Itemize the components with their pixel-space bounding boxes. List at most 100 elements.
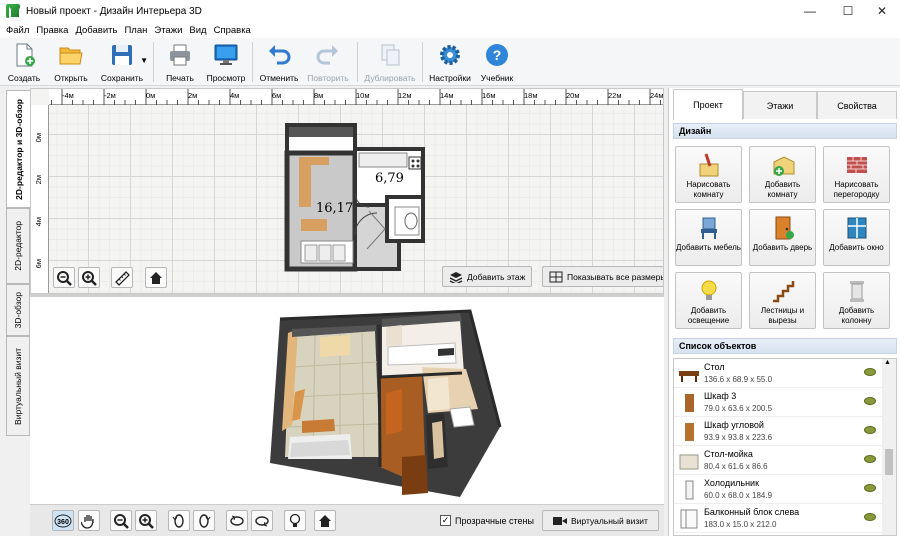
tilt-up-button[interactable] xyxy=(226,510,248,531)
undo-button[interactable]: Отменить xyxy=(256,38,302,86)
measure-button[interactable] xyxy=(111,267,133,288)
visibility-eye-icon[interactable] xyxy=(864,455,876,463)
rotate-left-button[interactable] xyxy=(168,510,190,531)
window-title: Новый проект - Дизайн Интерьера 3D xyxy=(26,5,202,17)
bulb-icon xyxy=(701,280,716,300)
fridge-icon xyxy=(685,480,694,500)
add-furniture-button[interactable]: Добавить мебель xyxy=(675,209,742,266)
scroll-up-arrow[interactable]: ▲ xyxy=(884,359,891,366)
list-item[interactable]: Балконный блок слева 183.0 x 15.0 x 212.… xyxy=(674,504,882,533)
visibility-eye-icon[interactable] xyxy=(864,397,876,405)
gear-icon xyxy=(440,45,460,65)
zoom-out-button[interactable] xyxy=(53,267,75,288)
tab-floors[interactable]: Этажи xyxy=(743,91,817,119)
toolbar-separator xyxy=(252,42,253,82)
save-button[interactable]: Сохранить ▼ xyxy=(94,38,150,86)
list-item[interactable]: Шкаф 3 79.0 x 63.6 x 200.5 xyxy=(674,388,882,417)
list-item[interactable]: Стол-мойка 80.4 x 61.6 x 86.6 xyxy=(674,446,882,475)
tutorial-button[interactable]: ? Учебник xyxy=(474,38,520,86)
save-dropdown-arrow[interactable]: ▼ xyxy=(140,56,148,65)
visibility-eye-icon[interactable] xyxy=(864,513,876,521)
list-item[interactable]: Стол 136.6 x 68.9 x 55.0 xyxy=(674,359,882,388)
menu-add[interactable]: Добавить xyxy=(75,25,117,36)
scrollbar-thumb[interactable] xyxy=(885,449,893,475)
folder-icon xyxy=(59,47,83,65)
virtual-visit-button[interactable]: Виртуальный визит xyxy=(542,510,659,531)
zoom-in-button[interactable] xyxy=(78,267,100,288)
close-button[interactable]: ✕ xyxy=(864,0,900,22)
menu-floors[interactable]: Этажи xyxy=(154,25,182,36)
list-item[interactable]: Холодильник 60.0 x 68.0 x 184.9 xyxy=(674,475,882,504)
layers-icon xyxy=(449,271,463,283)
home-3d-button[interactable] xyxy=(314,510,336,531)
toolbar-separator xyxy=(422,42,423,82)
settings-button[interactable]: Настройки xyxy=(426,38,474,86)
add-column-button[interactable]: Добавить колонну xyxy=(823,272,890,329)
ruler-label: 20м xyxy=(566,91,580,100)
checkbox-checkmark[interactable]: ✓ xyxy=(440,515,451,526)
rotate-right-button[interactable] xyxy=(193,510,215,531)
transparent-walls-checkbox[interactable]: ✓ Прозрачные стены xyxy=(440,515,534,526)
3d-view-toolbar: 360 ✓ Прозрачные стены Виртуальный визит xyxy=(30,504,664,536)
bulb-icon xyxy=(289,513,301,527)
tab-3d-view[interactable]: 3D-обзор xyxy=(6,284,30,336)
lighting-button[interactable] xyxy=(284,510,306,531)
wardrobe-icon xyxy=(685,394,694,412)
viewport-3d[interactable] xyxy=(30,297,664,504)
table-icon xyxy=(679,371,699,382)
open-button[interactable]: Открыть xyxy=(48,38,94,86)
zoom-in-3d-button[interactable] xyxy=(135,510,157,531)
object-list-scrollbar[interactable]: ▲ xyxy=(882,359,896,535)
floppy-icon xyxy=(112,45,132,65)
menu-file[interactable]: Файл xyxy=(6,25,29,36)
stairs-icon xyxy=(772,281,794,303)
duplicate-button[interactable]: Дублировать xyxy=(361,38,419,86)
menu-edit[interactable]: Правка xyxy=(36,25,68,36)
tab-project[interactable]: Проект xyxy=(673,89,743,120)
svg-text:?: ? xyxy=(493,47,502,63)
add-room-button[interactable]: Добавить комнату xyxy=(749,146,816,203)
chair-icon xyxy=(700,217,717,239)
tab-2d-editor[interactable]: 2D-редактор xyxy=(6,208,30,284)
tilt-down-button[interactable] xyxy=(251,510,273,531)
redo-button[interactable]: Повторить xyxy=(302,38,354,86)
visibility-eye-icon[interactable] xyxy=(864,426,876,434)
maximize-button[interactable]: ☐ xyxy=(830,0,866,22)
tab-2d-and-3d[interactable]: 2D-редактор и 3D-обзор xyxy=(6,90,30,208)
printer-icon xyxy=(170,44,190,66)
menu-view[interactable]: Вид xyxy=(189,25,206,36)
tab-virtual-visit[interactable]: Виртуальный визит xyxy=(6,336,30,436)
new-button[interactable]: Создать xyxy=(0,38,48,86)
zoom-out-3d-button[interactable] xyxy=(110,510,132,531)
add-door-button[interactable]: Добавить дверь xyxy=(749,209,816,266)
ruler-label: 0м xyxy=(34,133,43,143)
add-lighting-button[interactable]: Добавить освещение xyxy=(675,272,742,329)
preview-button[interactable]: Просмотр xyxy=(203,38,249,86)
ruler-label: 2м xyxy=(188,91,198,100)
undo-icon xyxy=(269,45,291,65)
tab-properties[interactable]: Свойства xyxy=(817,91,897,119)
show-all-sizes-button[interactable]: Показывать все размеры xyxy=(542,266,663,287)
add-window-button[interactable]: Добавить окно xyxy=(823,209,890,266)
rotate-360-button[interactable]: 360 xyxy=(52,510,74,531)
plan-editor-2d[interactable]: -4м -2м 0м 2м 4м 6м 8м 10м 12м 14м 16м 18м 20м 22м 24м… xyxy=(30,88,664,294)
balcony-block-icon xyxy=(680,509,698,529)
zoom-out-icon xyxy=(114,513,129,529)
visibility-eye-icon[interactable] xyxy=(864,484,876,492)
minimize-button[interactable]: — xyxy=(792,0,828,22)
draw-partition-button[interactable]: Нарисовать перегородку xyxy=(823,146,890,203)
dimensions-icon xyxy=(549,271,563,282)
home-view-button[interactable] xyxy=(145,267,167,288)
list-item[interactable]: Шкаф угловой 93.9 x 93.8 x 223.6 xyxy=(674,417,882,446)
draw-room-button[interactable]: Нарисовать комнату xyxy=(675,146,742,203)
visibility-eye-icon[interactable] xyxy=(864,368,876,376)
pan-button[interactable] xyxy=(78,510,100,531)
new-doc-icon xyxy=(16,43,35,67)
print-button[interactable]: Печать xyxy=(157,38,203,86)
rotate-right-icon xyxy=(199,513,211,528)
add-floor-button[interactable]: Добавить этаж xyxy=(442,266,533,287)
3d-apartment-model[interactable] xyxy=(30,297,664,504)
menu-plan[interactable]: План xyxy=(124,25,147,36)
menu-help[interactable]: Справка xyxy=(214,25,251,36)
stairs-and-cutouts-button[interactable]: Лестницы и вырезы xyxy=(749,272,816,329)
